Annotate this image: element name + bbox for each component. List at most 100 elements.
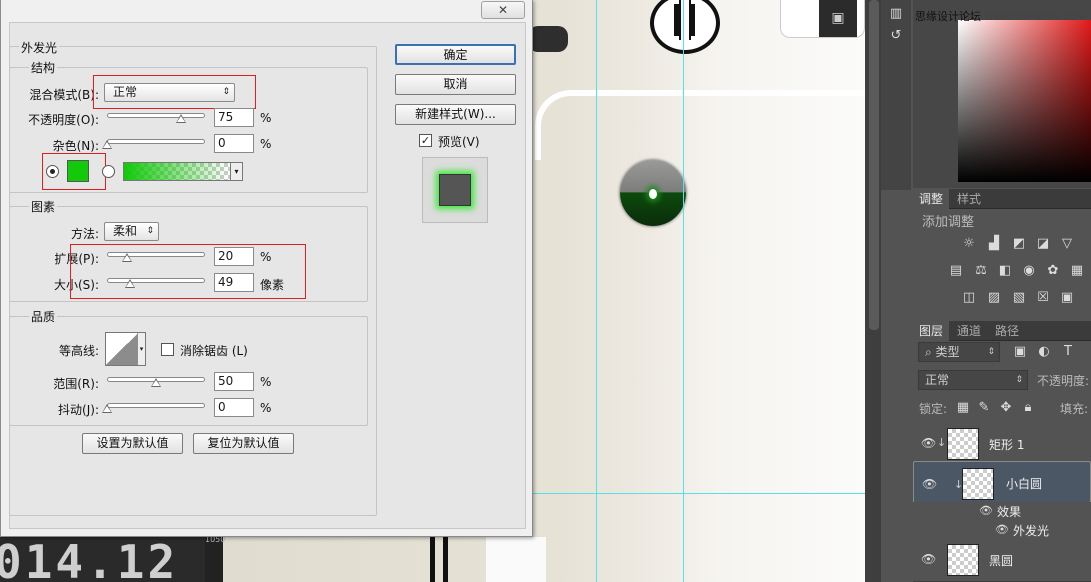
history-icon[interactable]: ↺	[888, 28, 904, 44]
canvas-date-text: 014.12	[0, 535, 179, 582]
chevron-updown-icon: ⇕	[1015, 375, 1023, 385]
elements-title: 图素	[29, 198, 58, 215]
set-default-button[interactable]: 设置为默认值	[82, 433, 183, 454]
3d-cube-icon[interactable]: ▣	[819, 0, 857, 37]
style-preview-swatch	[439, 174, 471, 206]
layer-blend-value: 正常	[925, 373, 950, 387]
watermark: 思缘设计论坛 WWW.MISSVUAN.COM	[915, 8, 1085, 24]
preview-label: 预览(V)	[438, 135, 480, 149]
layer-name[interactable]: 小白圆	[1006, 476, 1042, 493]
panel-icon-strip: ▥ ↺	[881, 0, 911, 190]
lock-position-icon[interactable]: ✥	[998, 400, 1014, 416]
light-block-shape	[486, 537, 546, 582]
layer-row[interactable]: 👁︎ 黑圆	[913, 538, 1091, 582]
opacity-slider[interactable]	[107, 113, 205, 118]
gradient-swatch[interactable]	[123, 162, 231, 181]
antialias-checkbox[interactable]	[161, 343, 174, 356]
layer-filter-select[interactable]: ⌕ 类型 ⇕	[918, 342, 1000, 362]
close-button[interactable]: ✕	[481, 1, 525, 19]
invert-icon[interactable]: ◫	[961, 290, 977, 306]
cancel-button[interactable]: 取消	[395, 74, 516, 95]
tab-channels[interactable]: 通道	[951, 321, 987, 341]
effect-eye-icon[interactable]: 👁︎	[995, 523, 1009, 536]
jitter-slider[interactable]	[107, 403, 205, 408]
tab-layers[interactable]: 图层	[913, 321, 950, 341]
jitter-label: 抖动(J):	[58, 403, 99, 417]
noise-slider-thumb[interactable]	[102, 140, 112, 149]
tab-paths[interactable]: 路径	[989, 321, 1025, 341]
gradient-map-icon[interactable]: ☒	[1035, 290, 1051, 306]
color-picker-field[interactable]	[958, 20, 1091, 182]
effects-label[interactable]: 效果	[997, 503, 1021, 520]
layer-style-dialog: ✕ 外发光 结构 混合模式(B): 正常 ⇕ 不透明度(O): 75 % 杂色(N…	[0, 0, 533, 537]
color-lookup-icon[interactable]: ▦	[1069, 263, 1085, 279]
layer-blend-mode-select[interactable]: 正常 ⇕	[918, 370, 1028, 390]
color-balance-icon[interactable]: ⚖	[973, 263, 989, 279]
vertical-scrollbar[interactable]	[869, 0, 879, 330]
watermark-url: WWW.MISSVUAN.COM	[984, 13, 1085, 23]
black-white-icon[interactable]: ◧	[997, 263, 1013, 279]
posterize-icon[interactable]: ▨	[986, 290, 1002, 306]
opacity-input[interactable]: 75	[214, 108, 254, 127]
exposure-icon[interactable]: ◪	[1035, 236, 1051, 252]
highlight-box	[42, 153, 106, 190]
guide-vertical	[683, 0, 684, 582]
pixel-filter-icon[interactable]: ▣	[1012, 344, 1028, 360]
layer-row[interactable]: 👁︎ ↓ 矩形 1	[913, 422, 1091, 466]
vibrance-icon[interactable]: ▽	[1059, 236, 1075, 252]
preview-checkbox[interactable]: ✓	[419, 134, 432, 147]
layer-row-selected[interactable]: 👁︎ ↓ 小白圆	[913, 461, 1091, 505]
levels-icon[interactable]: ▟	[986, 236, 1002, 252]
effect-outer-glow[interactable]: 外发光	[1013, 522, 1049, 539]
technique-label: 方法:	[70, 227, 99, 241]
adjustment-filter-icon[interactable]: ◐	[1036, 344, 1052, 360]
lock-pixels-icon[interactable]: ✎	[976, 400, 992, 416]
hue-saturation-icon[interactable]: ▤	[948, 263, 964, 279]
lock-all-icon[interactable]: 🔒︎	[1020, 400, 1036, 416]
selective-color-icon[interactable]: ▣	[1059, 290, 1075, 306]
effect-eye-icon[interactable]: 👁︎	[979, 504, 993, 517]
photo-filter-icon[interactable]: ◉	[1021, 263, 1037, 279]
dark-shape	[528, 26, 568, 52]
tab-adjustments[interactable]: 调整	[913, 189, 950, 209]
percent-label: %	[260, 375, 272, 389]
layer-name[interactable]: 黑圆	[989, 552, 1013, 569]
technique-select[interactable]: 柔和 ⇕	[104, 222, 159, 241]
curves-icon[interactable]: ◩	[1011, 236, 1027, 252]
noise-slider[interactable]	[107, 139, 205, 144]
channel-mixer-icon[interactable]: ✿	[1045, 263, 1061, 279]
highlight-box	[70, 244, 306, 299]
threshold-icon[interactable]: ▧	[1011, 290, 1027, 306]
adjustments-tabbar: 调整 样式	[913, 189, 1091, 209]
gradient-radio[interactable]	[102, 165, 115, 178]
contour-preview[interactable]	[105, 332, 139, 366]
small-white-circle	[649, 189, 657, 199]
dialog-titlebar[interactable]	[1, 0, 532, 22]
range-input[interactable]: 50	[214, 372, 254, 391]
type-filter-icon[interactable]: T	[1060, 344, 1076, 360]
visibility-eye-icon[interactable]: 👁︎	[922, 476, 937, 493]
range-slider-thumb[interactable]	[151, 378, 161, 387]
new-style-button[interactable]: 新建样式(W)...	[395, 104, 516, 125]
chevron-updown-icon: ⇕	[146, 226, 154, 236]
fill-label: 填充:	[1060, 402, 1089, 416]
ok-button[interactable]: 确定	[395, 44, 516, 65]
contour-dropdown-icon[interactable]: ▾	[138, 332, 146, 366]
clip-arrow-icon: ↓	[937, 436, 947, 449]
gradient-dropdown-icon[interactable]: ▾	[230, 162, 243, 181]
lock-transparency-icon[interactable]: ▦	[955, 400, 971, 416]
reset-default-button[interactable]: 复位为默认值	[193, 433, 294, 454]
visibility-eye-icon[interactable]: 👁︎	[921, 436, 936, 450]
jitter-input[interactable]: 0	[214, 398, 254, 417]
guide-vertical	[596, 0, 597, 582]
opacity-label: 不透明度(O):	[28, 113, 99, 127]
jitter-slider-thumb[interactable]	[102, 404, 112, 413]
tab-styles[interactable]: 样式	[951, 189, 987, 209]
brightness-icon[interactable]: ☼	[961, 236, 977, 252]
noise-input[interactable]: 0	[214, 134, 254, 153]
layer-filter-value: 类型	[935, 345, 960, 359]
layer-name[interactable]: 矩形 1	[989, 436, 1024, 453]
visibility-eye-icon[interactable]: 👁︎	[921, 552, 936, 566]
opacity-slider-thumb[interactable]	[176, 114, 186, 123]
histogram-icon[interactable]: ▥	[888, 6, 904, 22]
